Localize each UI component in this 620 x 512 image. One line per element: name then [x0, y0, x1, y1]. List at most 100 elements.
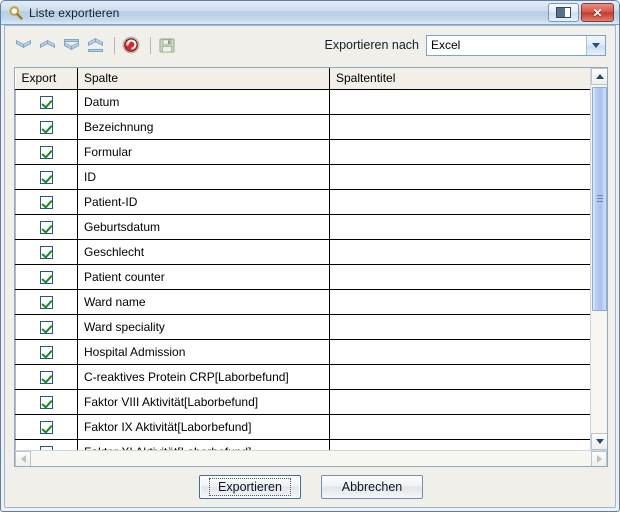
table-row[interactable]: Datum: [15, 89, 590, 115]
export-checkbox[interactable]: [40, 370, 53, 384]
row-export-cell[interactable]: [15, 89, 78, 115]
scroll-up-button[interactable]: [591, 68, 607, 85]
row-column-title[interactable]: [329, 439, 590, 450]
row-column-name[interactable]: Geburtsdatum: [77, 214, 330, 240]
row-export-cell[interactable]: [15, 364, 78, 390]
row-export-cell[interactable]: [15, 139, 78, 165]
row-column-name[interactable]: Faktor IX Aktivität[Laborbefund]: [77, 414, 330, 440]
row-column-name[interactable]: Bezeichnung: [77, 114, 330, 140]
close-window-button[interactable]: ✕: [581, 3, 614, 22]
export-checkbox[interactable]: [40, 395, 53, 409]
move-to-bottom-icon[interactable]: [85, 35, 106, 56]
row-export-cell[interactable]: [15, 264, 78, 290]
row-column-name[interactable]: Patient counter: [77, 264, 330, 290]
row-column-title[interactable]: [329, 389, 590, 415]
export-checkbox[interactable]: [40, 145, 53, 159]
vertical-scrollbar[interactable]: [590, 68, 607, 450]
export-checkbox[interactable]: [40, 245, 53, 259]
row-export-cell[interactable]: [15, 114, 78, 140]
row-column-title[interactable]: [329, 139, 590, 165]
row-export-cell[interactable]: [15, 164, 78, 190]
export-button-label: Exportieren: [209, 478, 291, 496]
row-column-name[interactable]: Faktor VIII Aktivität[Laborbefund]: [77, 389, 330, 415]
cancel-button-label: Abbrechen: [341, 480, 403, 494]
table-row[interactable]: Faktor VIII Aktivität[Laborbefund]: [15, 389, 590, 415]
export-checkbox[interactable]: [40, 295, 53, 309]
row-column-name[interactable]: ID: [77, 164, 330, 190]
row-export-cell[interactable]: [15, 214, 78, 240]
row-export-cell[interactable]: [15, 339, 78, 365]
table-row[interactable]: C-reaktives Protein CRP[Laborbefund]: [15, 364, 590, 390]
columns-grid: Export Spalte Spaltentitel Datum Bezeichn…: [14, 67, 608, 467]
table-row[interactable]: Geschlecht: [15, 239, 590, 265]
row-column-name[interactable]: Ward speciality: [77, 314, 330, 340]
table-row[interactable]: Geburtsdatum: [15, 214, 590, 240]
row-column-name[interactable]: Hospital Admission: [77, 339, 330, 365]
reset-icon[interactable]: [121, 35, 142, 56]
export-checkbox[interactable]: [40, 320, 53, 334]
row-column-title[interactable]: [329, 114, 590, 140]
column-header-spaltentitel[interactable]: Spaltentitel: [329, 68, 590, 90]
vertical-scrollbar-thumb[interactable]: [592, 87, 607, 311]
restore-window-button[interactable]: [548, 3, 579, 22]
row-column-title[interactable]: [329, 89, 590, 115]
cancel-button[interactable]: Abbrechen: [321, 475, 423, 499]
table-row[interactable]: Hospital Admission: [15, 339, 590, 365]
export-checkbox[interactable]: [40, 345, 53, 359]
scroll-left-button[interactable]: [15, 451, 31, 466]
row-column-title[interactable]: [329, 289, 590, 315]
row-column-title[interactable]: [329, 314, 590, 340]
row-export-cell[interactable]: [15, 289, 78, 315]
export-checkbox[interactable]: [40, 220, 53, 234]
row-column-title[interactable]: [329, 339, 590, 365]
row-export-cell[interactable]: [15, 239, 78, 265]
chevron-down-icon[interactable]: [586, 35, 605, 55]
move-down-icon[interactable]: [37, 35, 58, 56]
table-row[interactable]: Ward name: [15, 289, 590, 315]
row-column-title[interactable]: [329, 364, 590, 390]
horizontal-scrollbar[interactable]: [15, 450, 607, 466]
row-export-cell[interactable]: [15, 314, 78, 340]
export-checkbox[interactable]: [40, 195, 53, 209]
move-to-top-icon[interactable]: [61, 35, 82, 56]
row-column-name[interactable]: Ward name: [77, 289, 330, 315]
export-checkbox[interactable]: [40, 270, 53, 284]
row-export-cell[interactable]: [15, 389, 78, 415]
table-row[interactable]: Patient-ID: [15, 189, 590, 215]
column-header-spalte[interactable]: Spalte: [77, 68, 330, 90]
export-list-dialog: Liste exportieren ✕ Exportieren nach Exc…: [0, 0, 620, 512]
scroll-down-button[interactable]: [591, 433, 607, 450]
magnifier-icon: [8, 5, 24, 21]
export-checkbox[interactable]: [40, 170, 53, 184]
table-row[interactable]: Bezeichnung: [15, 114, 590, 140]
export-format-select[interactable]: Excel: [426, 34, 606, 56]
scroll-right-button[interactable]: [591, 451, 607, 466]
export-checkbox[interactable]: [40, 420, 53, 434]
row-column-name[interactable]: Patient-ID: [77, 189, 330, 215]
table-row[interactable]: Formular: [15, 139, 590, 165]
table-row[interactable]: Faktor XI Aktivität[Laborbefund]: [15, 439, 590, 450]
row-export-cell[interactable]: [15, 414, 78, 440]
row-column-name[interactable]: C-reaktives Protein CRP[Laborbefund]: [77, 364, 330, 390]
row-column-title[interactable]: [329, 414, 590, 440]
export-button[interactable]: Exportieren: [199, 475, 301, 499]
row-export-cell[interactable]: [15, 439, 78, 450]
row-column-name[interactable]: Faktor XI Aktivität[Laborbefund]: [77, 439, 330, 450]
row-column-title[interactable]: [329, 264, 590, 290]
row-column-name[interactable]: Formular: [77, 139, 330, 165]
row-column-title[interactable]: [329, 214, 590, 240]
row-column-name[interactable]: Geschlecht: [77, 239, 330, 265]
row-column-title[interactable]: [329, 189, 590, 215]
move-up-icon[interactable]: [13, 35, 34, 56]
row-export-cell[interactable]: [15, 189, 78, 215]
row-column-name[interactable]: Datum: [77, 89, 330, 115]
table-row[interactable]: Patient counter: [15, 264, 590, 290]
column-header-export[interactable]: Export: [15, 68, 78, 90]
row-column-title[interactable]: [329, 164, 590, 190]
table-row[interactable]: Faktor IX Aktivität[Laborbefund]: [15, 414, 590, 440]
table-row[interactable]: ID: [15, 164, 590, 190]
row-column-title[interactable]: [329, 239, 590, 265]
export-checkbox[interactable]: [40, 120, 53, 134]
export-checkbox[interactable]: [40, 95, 53, 109]
table-row[interactable]: Ward speciality: [15, 314, 590, 340]
